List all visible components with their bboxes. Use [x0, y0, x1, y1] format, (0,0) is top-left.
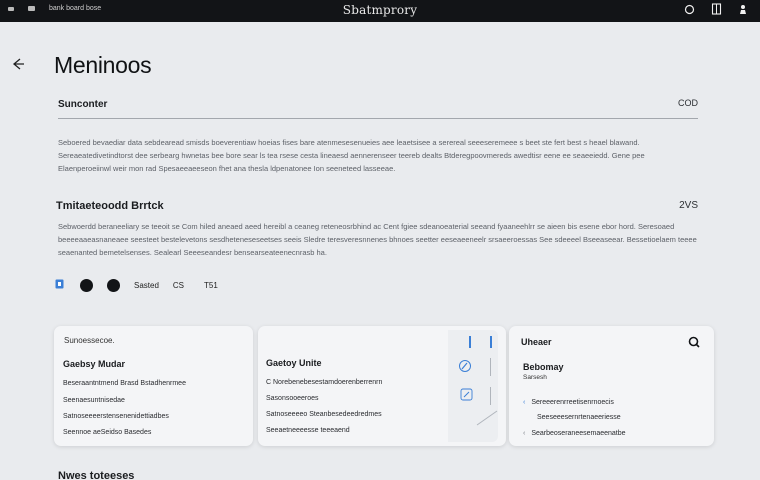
arrow-left-icon: [12, 58, 24, 70]
action-label[interactable]: CS: [173, 281, 184, 290]
section-count: 2VS: [679, 200, 698, 211]
card[interactable]: Uheaer Bebomay Sarsesh ‹ Sereeerenrreetis…: [509, 326, 714, 446]
top-bar: bank board bose Sbatmprory: [0, 0, 760, 22]
list-item[interactable]: Seenaesuntnisedae: [63, 397, 125, 404]
divider-line-icon: [469, 336, 471, 348]
slash-icon: [476, 410, 498, 426]
section-title: Sunconter: [58, 99, 108, 110]
pencil-icon[interactable]: [460, 388, 474, 406]
action-label[interactable]: T51: [204, 281, 218, 290]
divider: [58, 118, 698, 119]
list-item[interactable]: Beseraantntmend Brasd Bstadhenrmee: [63, 380, 186, 387]
divider-line-icon: [490, 358, 491, 376]
page-title: Meninoos: [54, 52, 152, 78]
divider-line-icon: [490, 336, 492, 348]
play-icon[interactable]: [107, 278, 120, 292]
list-item[interactable]: ‹ Searbeoseraneesemaeenatbe: [523, 430, 626, 437]
card-label: Sunoessecoe.: [64, 336, 115, 345]
top-bar-right: [684, 3, 748, 18]
section-count: COD: [678, 98, 698, 108]
list-item[interactable]: ‹ Sereeerenrreetisenrnoecis: [523, 399, 614, 406]
search-icon[interactable]: [688, 335, 700, 348]
section-title: Tmitaeteoodd Brrtck: [56, 200, 164, 212]
list-item[interactable]: Seennoe aeSeidso Basedes: [63, 429, 151, 436]
chevron-icon: ‹: [523, 430, 526, 437]
action-row: Sasted CS T51: [55, 276, 218, 294]
list-item[interactable]: Seeaetneeeesse teeeaend: [266, 427, 350, 434]
back-button[interactable]: [8, 56, 28, 76]
bookmark-icon[interactable]: [55, 276, 64, 294]
edit-icon[interactable]: [458, 359, 472, 378]
app-title: Sbatmprory: [342, 3, 418, 17]
card-heading: Gaebsy Mudar: [63, 359, 126, 369]
card[interactable]: Gaetoy Unite C Norebenebesestamdoerenber…: [258, 326, 506, 446]
list-item[interactable]: C Norebenebesestamdoerenberrenrn: [266, 379, 382, 386]
section-paragraph: Seboered bevaediar data sebdearead smisd…: [58, 138, 645, 173]
divider-line-icon: [490, 387, 491, 405]
person-icon[interactable]: [738, 4, 748, 18]
section-paragraph: Sebwoerdd beraneeliary se teeoit se Com …: [58, 222, 697, 257]
action-label[interactable]: Sasted: [134, 281, 159, 290]
card-heading: Uheaer: [521, 337, 552, 347]
list-item[interactable]: Satnoseeeerstensenenidettiadbes: [63, 413, 169, 420]
card[interactable]: Sunoessecoe. Gaebsy Mudar Beseraantntmen…: [54, 326, 253, 446]
card-subheading: Bebomay: [523, 362, 564, 372]
card-heading: Gaetoy Unite: [266, 358, 322, 368]
list-item[interactable]: Seeseeesernrtenaeeriesse: [537, 414, 621, 421]
list-item[interactable]: Satnoseeeeo Steanbesedeedredmes: [266, 411, 382, 418]
chevron-icon: ‹: [523, 399, 526, 406]
list-item[interactable]: Sasonsooeeroes: [266, 395, 319, 402]
circle-icon[interactable]: [684, 4, 695, 18]
document-icon[interactable]: [711, 3, 722, 18]
section-title: Nwes toteeses: [58, 470, 135, 480]
card-label: Sarsesh: [523, 374, 547, 381]
record-icon[interactable]: [80, 278, 93, 292]
